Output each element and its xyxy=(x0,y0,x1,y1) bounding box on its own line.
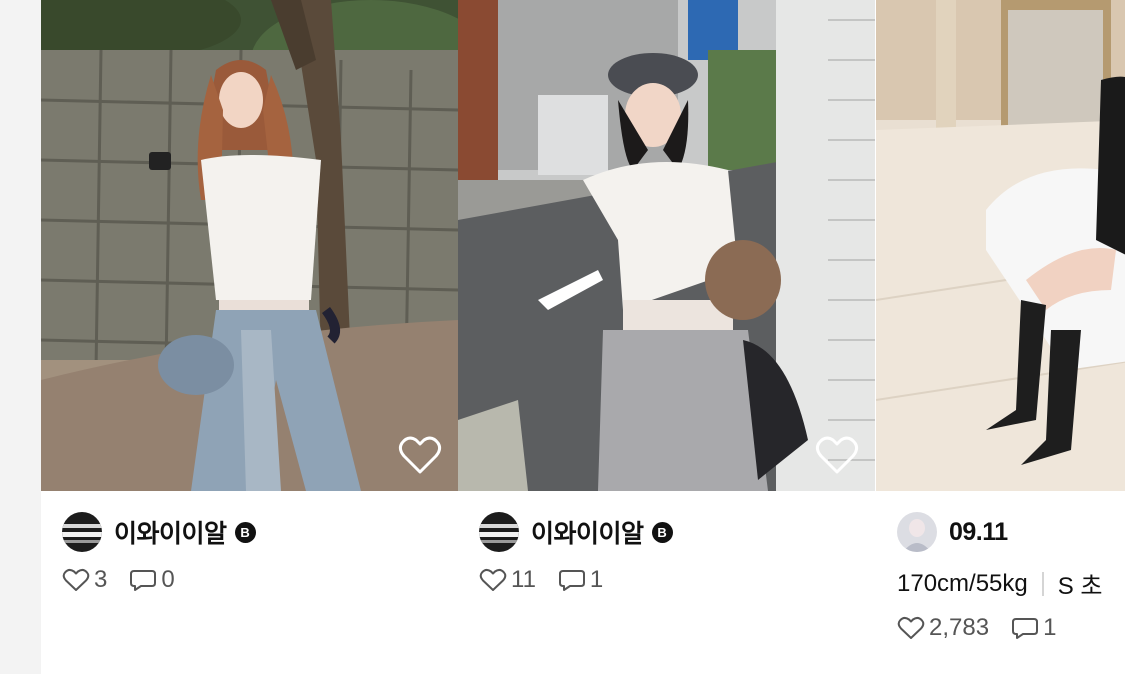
post-author[interactable]: 이와이이알 B xyxy=(479,512,673,552)
save-heart-button[interactable] xyxy=(398,434,442,476)
comment-icon xyxy=(130,570,157,591)
post-author[interactable]: 09.11 xyxy=(897,512,1008,552)
size-label: S 초 xyxy=(1057,573,1103,600)
comment-icon xyxy=(1012,618,1039,639)
heart-outline-icon xyxy=(479,569,507,591)
like-count: 3 xyxy=(94,566,108,593)
post-photo[interactable] xyxy=(41,0,458,491)
post-stats: 3 0 xyxy=(62,566,197,594)
like-button[interactable]: 2,783 xyxy=(897,614,989,642)
post-author[interactable]: 이와이이알 B xyxy=(62,512,256,552)
left-gutter xyxy=(0,0,41,674)
save-heart-button[interactable] xyxy=(815,434,859,476)
comment-button[interactable]: 0 xyxy=(129,566,175,594)
like-button[interactable]: 11 xyxy=(479,566,536,594)
divider xyxy=(1041,571,1044,596)
comment-button[interactable]: 1 xyxy=(558,566,603,594)
author-name[interactable]: 09.11 xyxy=(949,518,1008,547)
post-card[interactable]: 09.11 170cm/55kg S 초 2,783 1 xyxy=(876,0,1125,674)
post-feed: 이와이이알 B 3 0 이와이이알 B 11 1 09.11 170cm/55k… xyxy=(41,0,1125,674)
like-count: 11 xyxy=(511,566,536,593)
avatar[interactable] xyxy=(479,512,519,552)
post-stats: 2,783 1 xyxy=(897,614,1078,642)
like-count: 2,783 xyxy=(929,614,990,641)
post-photo[interactable] xyxy=(876,0,1125,491)
heart-outline-icon xyxy=(62,569,90,591)
body-specs: 170cm/55kg S 초 xyxy=(897,566,1103,601)
comment-count: 1 xyxy=(589,566,604,593)
avatar[interactable] xyxy=(897,512,937,552)
brand-badge-icon: B xyxy=(651,521,673,543)
author-name[interactable]: 이와이이알 xyxy=(114,514,227,550)
heart-outline-icon xyxy=(398,436,442,474)
author-name[interactable]: 이와이이알 xyxy=(531,514,644,550)
heart-outline-icon xyxy=(897,617,925,639)
post-card[interactable]: 이와이이알 B 11 1 xyxy=(458,0,875,674)
like-button[interactable]: 3 xyxy=(62,566,107,594)
brand-badge-icon: B xyxy=(234,521,256,543)
avatar[interactable] xyxy=(62,512,102,552)
post-stats: 11 1 xyxy=(479,566,625,594)
post-card[interactable]: 이와이이알 B 3 0 xyxy=(41,0,458,674)
comment-count: 1 xyxy=(1043,614,1057,641)
heart-outline-icon xyxy=(815,436,859,474)
height-weight: 170cm/55kg xyxy=(897,569,1028,597)
comment-icon xyxy=(558,570,585,591)
post-photo[interactable] xyxy=(458,0,875,491)
comment-count: 0 xyxy=(161,566,175,593)
comment-button[interactable]: 1 xyxy=(1011,614,1056,642)
